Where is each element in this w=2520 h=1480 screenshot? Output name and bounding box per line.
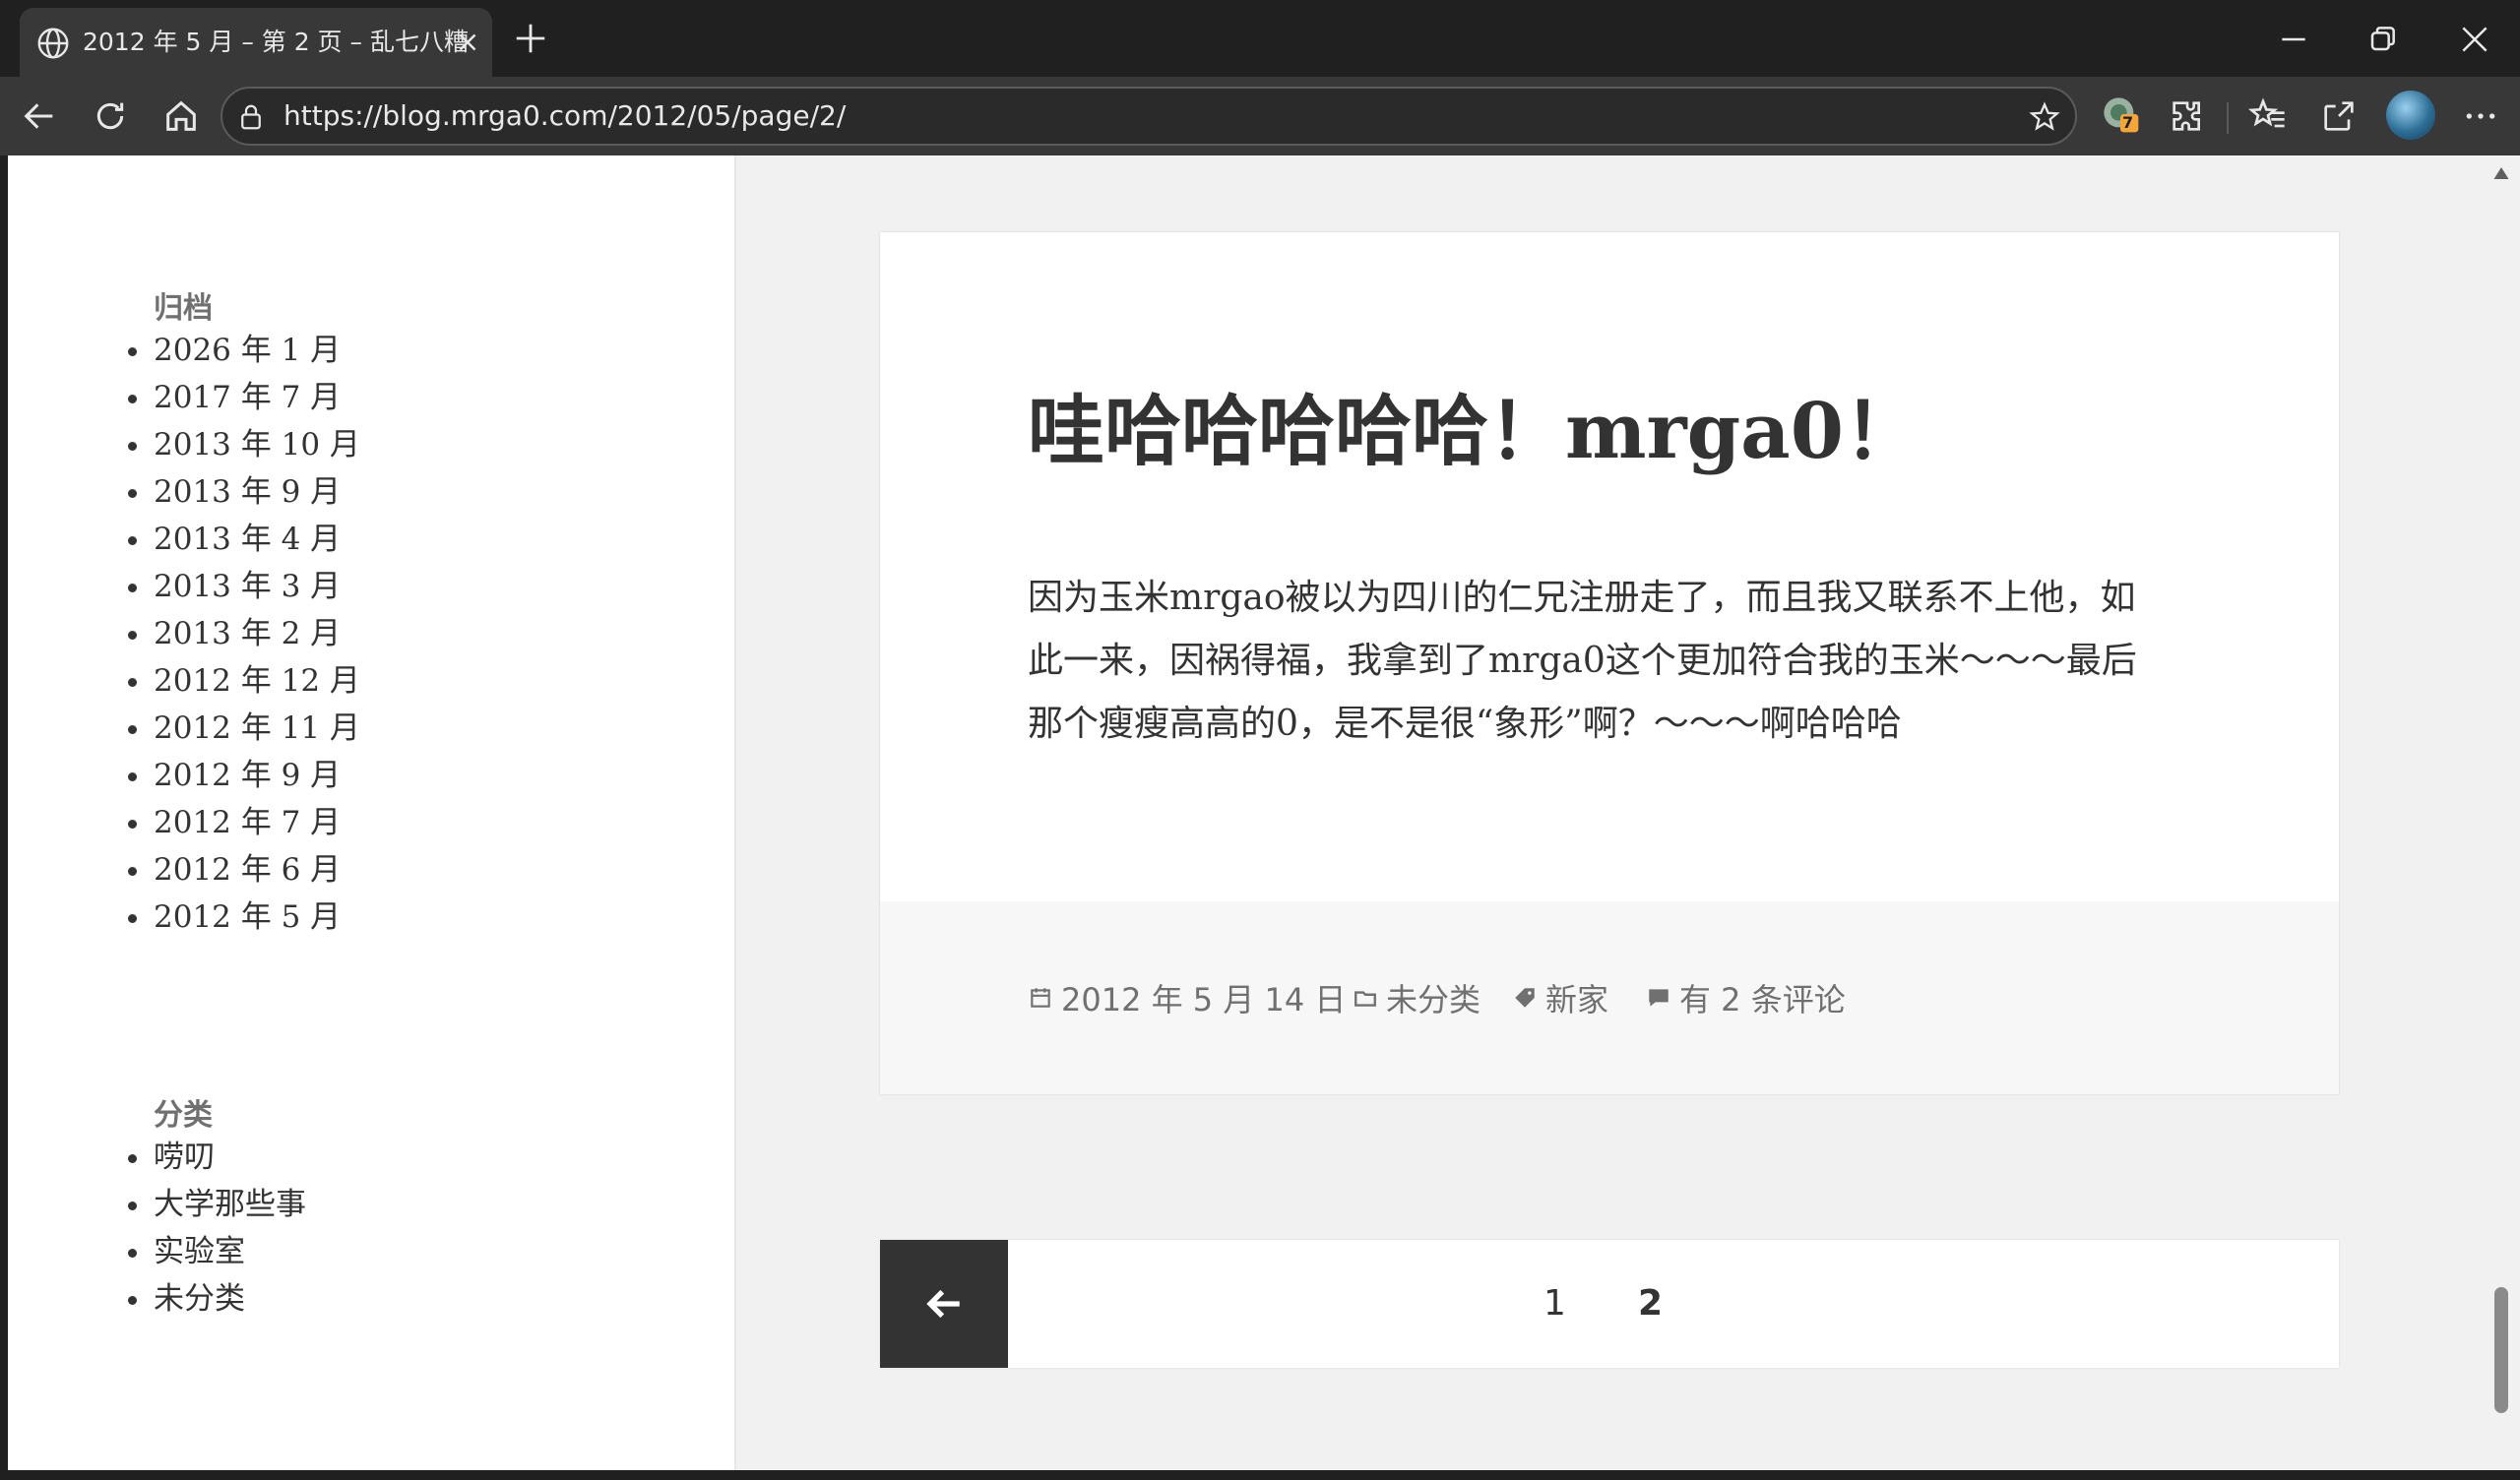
archive-item[interactable]: 2013 年 3 月	[128, 563, 360, 610]
extension-badge-icon[interactable]: 7	[2101, 94, 2140, 134]
archive-item[interactable]: 2012 年 11 月	[128, 705, 360, 752]
extensions-icon[interactable]	[2168, 96, 2207, 136]
post-comments[interactable]: 有 2 条评论	[1646, 901, 1846, 1094]
restore-icon[interactable]	[2362, 20, 2402, 59]
refresh-icon[interactable]	[91, 96, 130, 136]
post-content-line: 因为玉米mrgao被以为四川的仁兄注册走了，而且我又联系不上他，如	[1028, 578, 2136, 618]
close-window-icon[interactable]	[2455, 20, 2494, 59]
archive-item[interactable]: 2013 年 9 月	[128, 468, 360, 516]
scrollbar-thumb[interactable]	[2494, 1287, 2508, 1413]
post-content-line: 此一来，因祸得福，我拿到了mrga0这个更加符合我的玉米～～～最后	[1028, 641, 2137, 681]
archive-item[interactable]: 2013 年 10 月	[128, 421, 360, 468]
minimize-icon[interactable]	[2274, 20, 2313, 59]
more-options-icon[interactable]	[2461, 96, 2500, 136]
comment-icon	[1649, 989, 1669, 1007]
folder-icon	[1354, 991, 1376, 1007]
close-tab-icon[interactable]	[453, 28, 482, 57]
category-item[interactable]: 实验室	[128, 1228, 306, 1275]
favorite-star-icon[interactable]	[2028, 100, 2061, 134]
category-item[interactable]: 未分类	[128, 1275, 306, 1323]
sidebar: 归档 2026 年 1 月 2017 年 7 月 2013 年 10 月 201…	[8, 155, 736, 1470]
window-bottom-edge	[0, 1470, 2520, 1480]
post-tag[interactable]: 新家	[1512, 901, 1608, 1094]
page-link-1[interactable]: 1	[1544, 1240, 1566, 1368]
page-viewport: 归档 2026 年 1 月 2017 年 7 月 2013 年 10 月 201…	[8, 155, 2483, 1470]
categories-widget-title: 分类	[154, 1098, 213, 1133]
archives-list: 2026 年 1 月 2017 年 7 月 2013 年 10 月 2013 年…	[128, 327, 360, 941]
post-date[interactable]: 2012 年 5 月 14 日	[1028, 901, 1346, 1094]
post-content-line: 那个瘦瘦高高的0，是不是很“象形”啊？～～～啊哈哈哈	[1028, 704, 1902, 744]
category-item[interactable]: 唠叨	[128, 1134, 306, 1181]
tab-title: 2012 年 5 月 – 第 2 页 – 乱七八糟	[83, 28, 469, 56]
share-icon[interactable]	[2319, 96, 2359, 136]
extension-badge-count: 7	[2122, 113, 2134, 132]
url-text[interactable]: https://blog.mrga0.com/2012/05/page/2/	[284, 89, 846, 144]
post-card: 哇哈哈哈哈哈！mrga0！ 因为玉米mrgao被以为四川的仁兄注册走了，而且我又…	[880, 232, 2339, 1094]
pagination: 1 2	[880, 1240, 2339, 1368]
post-meta-footer: 2012 年 5 月 14 日 未分类 新家 有 2 条评论	[880, 901, 2339, 1094]
home-icon[interactable]	[161, 96, 201, 136]
toolbar-separator	[2227, 102, 2229, 134]
post-title[interactable]: 哇哈哈哈哈哈！mrga0！	[1028, 370, 1921, 480]
title-bar: 2012 年 5 月 – 第 2 页 – 乱七八糟	[0, 0, 2520, 77]
address-bar[interactable]: https://blog.mrga0.com/2012/05/page/2/	[220, 87, 2077, 146]
calendar-icon	[1031, 988, 1050, 1008]
globe-icon	[37, 28, 69, 59]
post-content: 因为玉米mrgao被以为四川的仁兄注册走了，而且我又联系不上他，如 此一来，因祸…	[1028, 567, 2209, 756]
scroll-up-arrow-icon[interactable]	[2492, 165, 2510, 181]
archive-item[interactable]: 2012 年 9 月	[128, 752, 360, 799]
archive-item[interactable]: 2026 年 1 月	[128, 327, 360, 374]
profile-avatar[interactable]	[2386, 91, 2435, 140]
archive-item[interactable]: 2012 年 7 月	[128, 799, 360, 846]
browser-tab[interactable]: 2012 年 5 月 – 第 2 页 – 乱七八糟	[20, 8, 492, 77]
back-icon[interactable]	[20, 96, 59, 136]
category-item[interactable]: 大学那些事	[128, 1181, 306, 1228]
favorites-icon[interactable]	[2248, 96, 2288, 136]
tag-icon	[1515, 988, 1535, 1008]
previous-page-button[interactable]	[880, 1240, 1008, 1368]
archive-item[interactable]: 2017 年 7 月	[128, 374, 360, 421]
archive-item[interactable]: 2013 年 2 月	[128, 610, 360, 657]
new-tab-icon[interactable]	[512, 20, 549, 57]
archive-item[interactable]: 2012 年 5 月	[128, 894, 360, 941]
lock-icon[interactable]	[236, 102, 266, 132]
archives-widget-title: 归档	[154, 291, 213, 326]
browser-toolbar: https://blog.mrga0.com/2012/05/page/2/ 7	[0, 77, 2520, 155]
current-page-2: 2	[1638, 1283, 1664, 1324]
vertical-scrollbar[interactable]	[2483, 155, 2520, 1470]
post-body: 哇哈哈哈哈哈！mrga0！ 因为玉米mrgao被以为四川的仁兄注册走了，而且我又…	[880, 232, 2339, 901]
post-category[interactable]: 未分类	[1353, 901, 1480, 1094]
archive-item[interactable]: 2012 年 12 月	[128, 657, 360, 705]
archive-item[interactable]: 2013 年 4 月	[128, 516, 360, 563]
archive-item[interactable]: 2012 年 6 月	[128, 846, 360, 894]
main-content: 哇哈哈哈哈哈！mrga0！ 因为玉米mrgao被以为四川的仁兄注册走了，而且我又…	[736, 155, 2483, 1470]
categories-list: 唠叨 大学那些事 实验室 未分类	[128, 1134, 306, 1323]
arrow-left-icon	[926, 1289, 960, 1319]
